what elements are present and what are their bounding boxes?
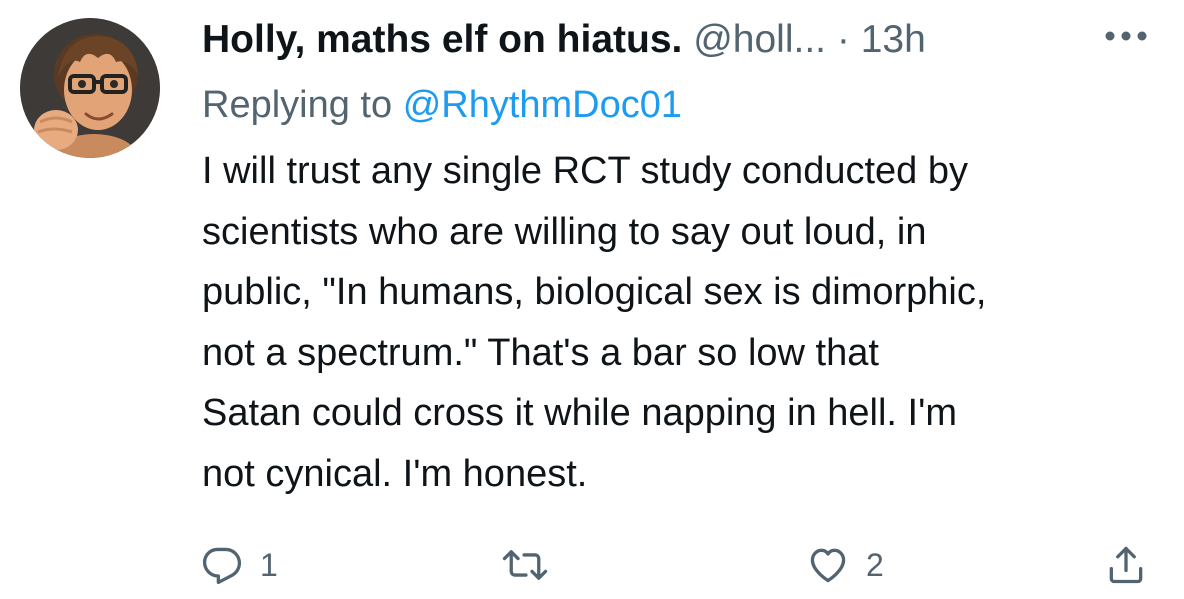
share-icon	[1109, 546, 1143, 584]
replying-to: Replying to @RhythmDoc01	[202, 79, 682, 131]
replying-label: Replying to	[202, 84, 393, 126]
reply-button[interactable]: 1	[200, 540, 278, 590]
like-count: 2	[866, 546, 884, 583]
display-name[interactable]: Holly, maths elf on hiatus.	[202, 18, 682, 61]
tweet-text-line: I will trust any single RCT study conduc…	[202, 150, 968, 192]
action-bar: 1 2	[0, 540, 1184, 590]
tweet-text-line: Satan could cross it while napping in he…	[202, 392, 957, 434]
user-handle[interactable]: @holl...	[693, 18, 826, 61]
retweet-icon	[502, 550, 548, 580]
like-button[interactable]: 2	[806, 540, 884, 590]
tweet-text-line: public, "In humans, biological sex is di…	[202, 271, 987, 313]
tweet-text: I will trust any single RCT study conduc…	[202, 141, 1162, 504]
tweet-text-line: not cynical. I'm honest.	[202, 452, 588, 495]
mention-link[interactable]: @RhythmDoc01	[403, 84, 682, 126]
tweet-text-line: not a spectrum." That's a bar so low tha…	[202, 331, 879, 374]
tweet-text-line: scientists who are willing to say out lo…	[202, 210, 927, 253]
avatar-memoji	[20, 18, 160, 158]
avatar[interactable]	[20, 18, 160, 158]
retweet-button[interactable]	[500, 540, 566, 590]
tweet-header: Holly, maths elf on hiatus. @holl... · 1…	[202, 14, 1162, 66]
separator-dot: ·	[836, 18, 850, 61]
like-icon	[810, 548, 846, 583]
more-icon[interactable]	[1104, 28, 1148, 44]
reply-count: 1	[260, 546, 278, 583]
timestamp[interactable]: 13h	[861, 18, 926, 61]
tweet[interactable]: Holly, maths elf on hiatus. @holl... · 1…	[0, 0, 1184, 599]
reply-icon	[202, 547, 242, 585]
share-button[interactable]	[1104, 540, 1148, 590]
